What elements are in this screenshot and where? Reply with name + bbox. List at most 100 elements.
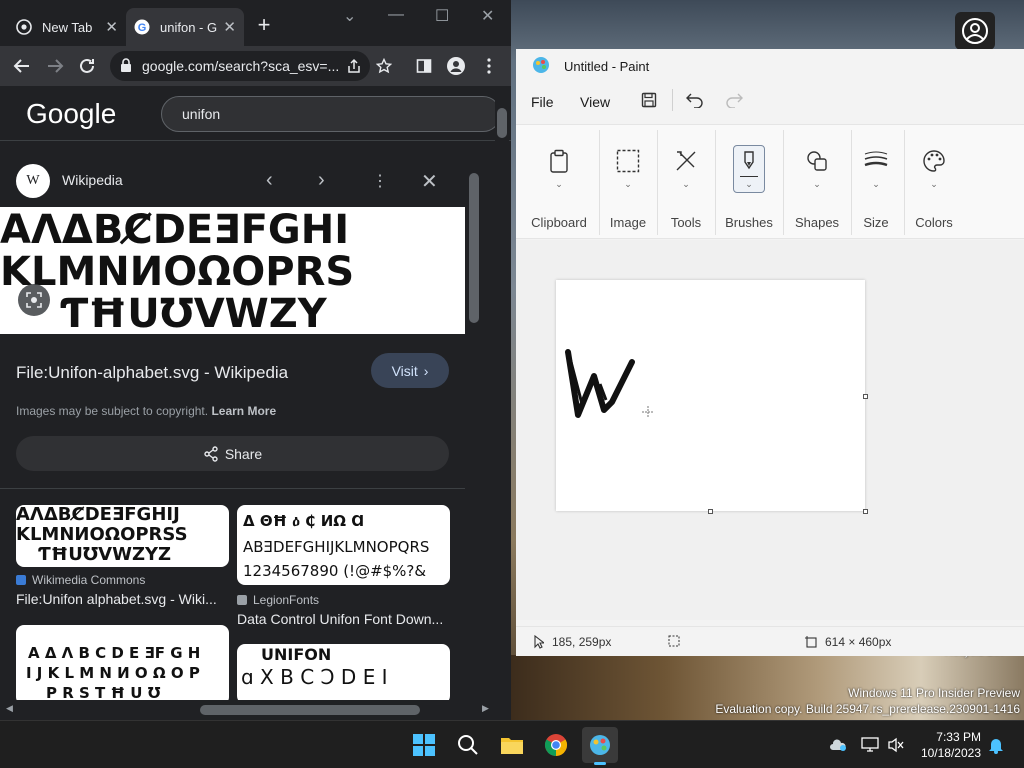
search-input[interactable]: unifon <box>161 96 501 132</box>
forward-button[interactable] <box>43 54 67 78</box>
chevron-down-icon: ⌄ <box>624 179 632 189</box>
network-icon[interactable] <box>858 727 882 763</box>
watermark-line1: Windows 11 Pro Insider Preview <box>848 686 1020 700</box>
new-tab-button[interactable]: + <box>252 12 276 38</box>
related-result[interactable]: Δ ΘĦ ዕ ₵ ИΩ Ɑ ABƎDEFGHIJKLMNOPQRS 123456… <box>237 505 450 630</box>
status-bar: 185, 259px 614 × 460px <box>516 626 1024 656</box>
divider <box>599 130 600 235</box>
group-image[interactable]: ⌄ Image <box>606 125 650 238</box>
weather-icon[interactable] <box>824 727 852 763</box>
chevron-down-icon: ⌄ <box>930 179 938 189</box>
file-explorer-button[interactable] <box>494 727 530 763</box>
scroll-left-icon[interactable]: ◀ <box>6 703 13 714</box>
tab-unifon[interactable]: G unifon - G ✕ <box>126 8 244 46</box>
google-logo[interactable]: Google <box>26 98 116 130</box>
group-shapes[interactable]: ⌄ Shapes <box>790 125 844 238</box>
user-account-icon[interactable] <box>955 12 995 50</box>
chrome-taskbar-button[interactable] <box>538 727 574 763</box>
canvas-dimensions: 614 × 460px <box>825 635 892 649</box>
learn-more-link[interactable]: Learn More <box>211 404 276 418</box>
paint-taskbar-button[interactable] <box>582 727 618 765</box>
thumb-line: 1234567890 (!@#$%?& <box>243 562 427 580</box>
windows-icon <box>413 734 435 756</box>
bookmark-star-icon[interactable] <box>372 54 396 78</box>
maximize-button[interactable]: ☐ <box>435 6 449 26</box>
resize-handle[interactable] <box>863 394 868 399</box>
menu-view[interactable]: View <box>580 94 610 110</box>
chevron-down-icon[interactable]: ⌄ <box>343 6 356 26</box>
handwritten-stroke <box>565 349 654 418</box>
related-result[interactable]: AΛΔBC̸DEƎFGHIJ KLMNИOΩOPRSS ƬĦUƱVWZYZ Wi… <box>16 505 229 615</box>
reload-button[interactable] <box>75 54 99 78</box>
url-text: google.com/search?sca_esv=... <box>142 58 340 74</box>
copyright-notice: Images may be subject to copyright. Lear… <box>16 404 276 418</box>
google-header: Google unifon <box>0 86 511 141</box>
tab-new-tab[interactable]: New Tab ✕ <box>8 8 126 46</box>
more-options-icon[interactable]: ⋮ <box>372 171 388 191</box>
address-bar[interactable]: google.com/search?sca_esv=... <box>110 51 370 81</box>
hero-line: ƬĦUƱVWZY <box>60 291 327 334</box>
side-panel-icon[interactable] <box>412 54 436 78</box>
selection-icon <box>668 635 680 647</box>
horizontal-scrollbar[interactable]: ◀ ▶ <box>0 700 495 720</box>
panel-scrollbar[interactable] <box>466 155 482 700</box>
group-brushes[interactable]: ⌄ Brushes <box>722 125 776 238</box>
start-button[interactable] <box>406 727 442 763</box>
result-source: LegionFonts <box>237 593 319 607</box>
close-icon[interactable]: ✕ <box>421 169 438 194</box>
profile-icon[interactable] <box>444 54 468 78</box>
close-window-button[interactable]: ✕ <box>481 6 494 26</box>
clock[interactable]: 7:33 PM 10/18/2023 <box>915 729 981 761</box>
result-thumbnail: AΛΔBC̸DEƎFGHIJ KLMNИOΩOPRSS ƬĦUƱVWZYZ <box>16 505 229 567</box>
chevron-right-icon[interactable]: › <box>318 169 325 192</box>
related-result[interactable]: A Δ Λ B C D E ƎF G H I J K L M N И O Ω O… <box>16 625 229 700</box>
share-button[interactable]: Share <box>16 436 449 471</box>
related-result[interactable]: UNIFON ɑ X B C Ɔ D E I <box>237 644 450 700</box>
wikipedia-logo: W <box>16 164 50 198</box>
chrome-toolbar: google.com/search?sca_esv=... <box>0 46 511 86</box>
paint-icon <box>590 735 610 755</box>
group-label: Brushes <box>725 215 773 230</box>
undo-icon[interactable] <box>686 92 704 113</box>
preview-image[interactable]: AΛΔBC̸DEƎFGHI KLMNИOΩOPRS ƬĦUƱVWZY <box>0 207 465 334</box>
close-tab-icon[interactable]: ✕ <box>223 18 236 36</box>
close-tab-icon[interactable]: ✕ <box>105 18 118 36</box>
chevron-left-icon[interactable]: ‹ <box>266 169 273 192</box>
paint-window: Untitled - Paint File View ⌄ Clipboard ⌄… <box>516 49 1024 656</box>
group-clipboard[interactable]: ⌄ Clipboard <box>528 125 590 238</box>
wikimedia-icon <box>16 575 26 585</box>
group-colors[interactable]: ⌄ Colors <box>912 125 956 238</box>
resize-handle[interactable] <box>863 509 868 514</box>
tab-label: unifon - G <box>160 19 218 35</box>
menu-file[interactable]: File <box>531 94 554 110</box>
source-label: LegionFonts <box>253 593 320 607</box>
share-page-icon[interactable] <box>342 54 366 78</box>
notification-bell-icon[interactable] <box>984 727 1008 763</box>
group-tools[interactable]: ⌄ Tools <box>664 125 708 238</box>
group-label: Image <box>609 215 647 230</box>
file-title[interactable]: File:Unifon-alphabet.svg - Wikipedia <box>16 363 288 383</box>
share-icon <box>204 445 218 462</box>
lock-icon <box>120 57 132 75</box>
search-button[interactable] <box>450 727 486 763</box>
scroll-right-icon[interactable]: ▶ <box>482 703 489 714</box>
globe-icon <box>237 595 247 605</box>
redo-icon[interactable] <box>725 92 743 113</box>
resize-handle[interactable] <box>708 509 713 514</box>
visit-button[interactable]: Visit › <box>371 353 449 388</box>
select-icon <box>614 147 642 175</box>
volume-muted-icon[interactable] <box>884 727 908 763</box>
minimize-button[interactable]: — <box>388 6 404 24</box>
drawing-canvas[interactable] <box>556 280 865 511</box>
thumb-line: UNIFON <box>261 645 332 664</box>
search-icon <box>458 735 478 755</box>
menu-kebab-icon[interactable] <box>477 54 501 78</box>
divider <box>851 130 852 235</box>
lens-search-icon[interactable] <box>18 284 50 316</box>
taskbar: 7:33 PM 10/18/2023 <box>0 720 1024 768</box>
save-icon[interactable] <box>641 92 657 113</box>
panel-source[interactable]: Wikipedia <box>62 172 123 188</box>
group-size[interactable]: ⌄ Size <box>858 125 894 238</box>
back-button[interactable] <box>10 54 34 78</box>
page-scrollbar[interactable] <box>495 96 509 146</box>
